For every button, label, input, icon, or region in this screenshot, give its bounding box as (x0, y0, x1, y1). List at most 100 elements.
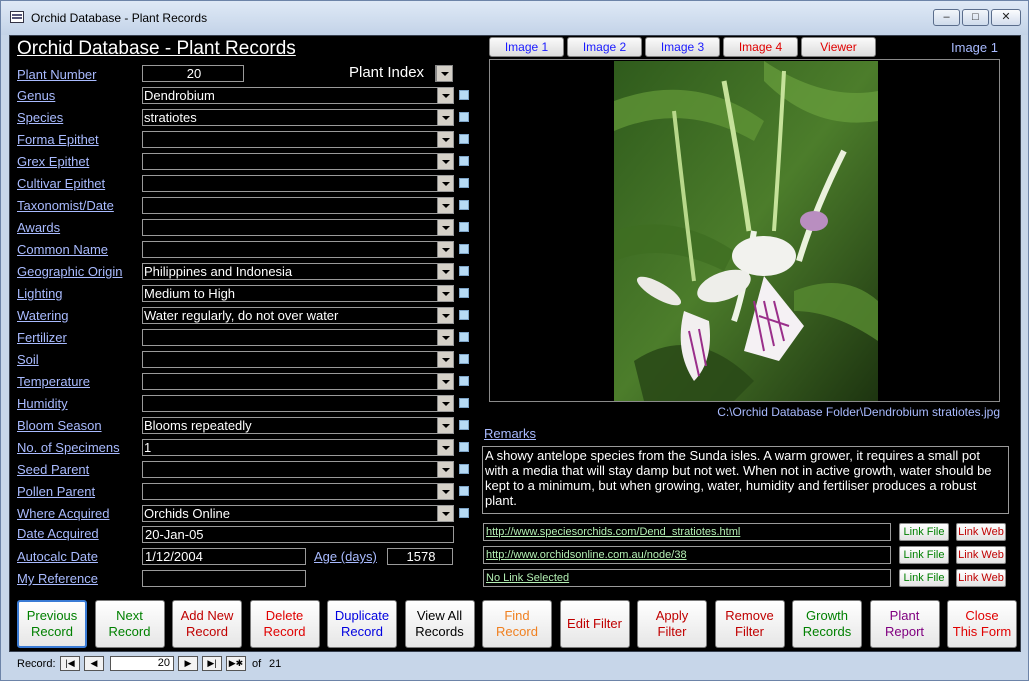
species-checkbox[interactable] (459, 112, 469, 122)
forma-epithet-label[interactable]: Forma Epithet (17, 132, 99, 147)
seed-parent-label[interactable]: Seed Parent (17, 462, 89, 477)
last-record-button[interactable]: ▶| (202, 656, 222, 671)
remarks-text[interactable]: A showy antelope species from the Sunda … (482, 446, 1009, 514)
common-name-combo[interactable] (142, 241, 454, 258)
where-acquired-combo[interactable]: Orchids Online (142, 505, 454, 522)
no-of-specimens-label[interactable]: No. of Specimens (17, 440, 120, 455)
temperature-label[interactable]: Temperature (17, 374, 90, 389)
growth-records-button[interactable]: Growth Records (792, 600, 862, 648)
remarks-label[interactable]: Remarks (484, 426, 536, 441)
plant-report-button[interactable]: Plant Report (869, 600, 940, 648)
no-of-specimens-combo[interactable]: 1 (142, 439, 454, 456)
chevron-down-icon[interactable] (437, 462, 453, 477)
chevron-down-icon[interactable] (437, 330, 453, 345)
web-link-field[interactable]: http://www.speciesorchids.com/Dend_strat… (483, 523, 891, 541)
genus-checkbox[interactable] (459, 90, 469, 100)
common-name-label[interactable]: Common Name (17, 242, 108, 257)
forma-epithet-checkbox[interactable] (459, 134, 469, 144)
link-web-button[interactable]: Link Web (956, 569, 1006, 587)
temperature-checkbox[interactable] (459, 376, 469, 386)
web-link-field[interactable]: http://www.orchidsonline.com.au/node/38 (483, 546, 891, 564)
first-record-button[interactable]: |◀ (60, 656, 80, 671)
soil-checkbox[interactable] (459, 354, 469, 364)
maximize-button[interactable]: □ (962, 9, 989, 26)
apply-filter-button[interactable]: Apply Filter (637, 600, 707, 648)
my-reference-label[interactable]: My Reference (17, 571, 98, 586)
bloom-season-label[interactable]: Bloom Season (17, 418, 102, 433)
seed-parent-combo[interactable] (142, 461, 454, 478)
bloom-season-combo[interactable]: Blooms repeatedly (142, 417, 454, 434)
autocalc-date-field[interactable]: 1/12/2004 (142, 548, 306, 565)
chevron-down-icon[interactable] (437, 506, 453, 521)
tab-image-1[interactable]: Image 1 (489, 37, 564, 57)
humidity-label[interactable]: Humidity (17, 396, 68, 411)
chevron-down-icon[interactable] (437, 286, 453, 301)
tab-image-4[interactable]: Image 4 (723, 37, 798, 57)
watering-checkbox[interactable] (459, 310, 469, 320)
seed-parent-checkbox[interactable] (459, 464, 469, 474)
date-acquired-field[interactable]: 20-Jan-05 (142, 526, 454, 543)
tab-image-2[interactable]: Image 2 (567, 37, 642, 57)
where-acquired-label[interactable]: Where Acquired (17, 506, 110, 521)
delete-record-button[interactable]: Delete Record (249, 600, 320, 648)
close-this-form-button[interactable]: Close This Form (947, 600, 1017, 648)
link-file-button[interactable]: Link File (899, 546, 949, 564)
chevron-down-icon[interactable] (437, 88, 453, 103)
watering-label[interactable]: Watering (17, 308, 69, 323)
next-record-button[interactable]: Next Record (94, 600, 165, 648)
chevron-down-icon[interactable] (437, 132, 453, 147)
forma-epithet-combo[interactable] (142, 131, 454, 148)
current-record-field[interactable]: 20 (110, 656, 174, 671)
remove-filter-button[interactable]: Remove Filter (714, 600, 785, 648)
minimize-button[interactable]: ‒ (933, 9, 960, 26)
genus-combo[interactable]: Dendrobium (142, 87, 454, 104)
species-combo[interactable]: stratiotes (142, 109, 454, 126)
lighting-label[interactable]: Lighting (17, 286, 63, 301)
plant-index-dropdown[interactable] (435, 65, 453, 82)
next-record-button[interactable]: ▶ (178, 656, 198, 671)
taxonomist-date-combo[interactable] (142, 197, 454, 214)
close-window-button[interactable]: ✕ (991, 9, 1021, 26)
where-acquired-checkbox[interactable] (459, 508, 469, 518)
soil-label[interactable]: Soil (17, 352, 39, 367)
plant-number-field[interactable]: 20 (142, 65, 244, 82)
find-record-button[interactable]: Find Record (482, 600, 552, 648)
cultivar-epithet-checkbox[interactable] (459, 178, 469, 188)
age-days-field[interactable]: 1578 (387, 548, 453, 565)
link-web-button[interactable]: Link Web (956, 523, 1006, 541)
pollen-parent-checkbox[interactable] (459, 486, 469, 496)
fertilizer-label[interactable]: Fertilizer (17, 330, 67, 345)
awards-label[interactable]: Awards (17, 220, 60, 235)
chevron-down-icon[interactable] (437, 264, 453, 279)
lighting-combo[interactable]: Medium to High (142, 285, 454, 302)
taxonomist-date-checkbox[interactable] (459, 200, 469, 210)
awards-combo[interactable] (142, 219, 454, 236)
chevron-down-icon[interactable] (437, 110, 453, 125)
cultivar-epithet-label[interactable]: Cultivar Epithet (17, 176, 105, 191)
chevron-down-icon[interactable] (437, 352, 453, 367)
plant-number-label[interactable]: Plant Number (17, 67, 96, 82)
temperature-combo[interactable] (142, 373, 454, 390)
watering-combo[interactable]: Water regularly, do not over water (142, 307, 454, 324)
previous-record-button[interactable]: Previous Record (17, 600, 87, 648)
geographic-origin-label[interactable]: Geographic Origin (17, 264, 123, 279)
edit-filter-button[interactable]: Edit Filter (559, 600, 630, 648)
chevron-down-icon[interactable] (437, 176, 453, 191)
bloom-season-checkbox[interactable] (459, 420, 469, 430)
no-of-specimens-checkbox[interactable] (459, 442, 469, 452)
awards-checkbox[interactable] (459, 222, 469, 232)
taxonomist-date-label[interactable]: Taxonomist/Date (17, 198, 114, 213)
chevron-down-icon[interactable] (437, 374, 453, 389)
chevron-down-icon[interactable] (437, 198, 453, 213)
view-all-records-button[interactable]: View All Records (404, 600, 475, 648)
fertilizer-checkbox[interactable] (459, 332, 469, 342)
pollen-parent-combo[interactable] (142, 483, 454, 500)
lighting-checkbox[interactable] (459, 288, 469, 298)
chevron-down-icon[interactable] (437, 220, 453, 235)
cultivar-epithet-combo[interactable] (142, 175, 454, 192)
genus-label[interactable]: Genus (17, 88, 55, 103)
chevron-down-icon[interactable] (437, 154, 453, 169)
tab-image-3[interactable]: Image 3 (645, 37, 720, 57)
chevron-down-icon[interactable] (437, 242, 453, 257)
chevron-down-icon[interactable] (437, 308, 453, 323)
